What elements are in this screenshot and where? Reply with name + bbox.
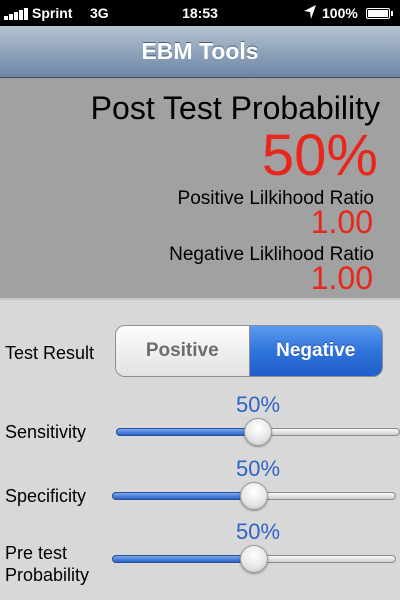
pretest-probability-slider[interactable] bbox=[112, 545, 396, 573]
post-test-probability-value: 50% bbox=[261, 123, 378, 188]
pretest-label-line2: Probability bbox=[5, 565, 90, 585]
location-arrow-icon bbox=[304, 5, 316, 19]
slider-fill bbox=[112, 492, 254, 500]
pretest-label-line1: Pre test bbox=[5, 543, 68, 563]
test-result-segmented-control: Positive Negative bbox=[115, 325, 383, 377]
pretest-probability-label: Pre test Probability bbox=[5, 542, 89, 586]
battery-icon bbox=[366, 8, 393, 19]
sensitivity-slider[interactable] bbox=[116, 418, 400, 446]
positive-segment[interactable]: Positive bbox=[116, 326, 250, 376]
navigation-bar: EBM Tools bbox=[0, 26, 400, 78]
slider-fill bbox=[116, 428, 258, 436]
slider-thumb[interactable] bbox=[240, 545, 268, 573]
specificity-value: 50% bbox=[236, 456, 281, 481]
page-title: EBM Tools bbox=[141, 38, 259, 64]
positive-likelihood-ratio-value: 1.00 bbox=[310, 204, 373, 240]
negative-likelihood-ratio-value: 1.00 bbox=[310, 260, 373, 296]
test-result-label: Test Result bbox=[5, 343, 95, 363]
sensitivity-label: Sensitivity bbox=[5, 422, 87, 442]
results-panel: Post Test Probability 50% Positive Lilki… bbox=[0, 78, 400, 298]
battery-fill bbox=[368, 10, 388, 17]
slider-fill bbox=[112, 555, 254, 563]
specificity-slider[interactable] bbox=[112, 482, 396, 510]
status-bar: Sprint 3G 18:53 100% bbox=[0, 0, 400, 26]
negative-segment[interactable]: Negative bbox=[249, 326, 382, 376]
slider-thumb[interactable] bbox=[240, 482, 268, 510]
specificity-label: Specificity bbox=[5, 486, 87, 506]
sensitivity-value: 50% bbox=[236, 392, 281, 417]
pretest-probability-value: 50% bbox=[236, 519, 281, 544]
battery-percentage: 100% bbox=[322, 5, 358, 21]
slider-thumb[interactable] bbox=[244, 418, 272, 446]
controls-panel: Test Result Positive Negative 50% Sensit… bbox=[0, 300, 400, 600]
